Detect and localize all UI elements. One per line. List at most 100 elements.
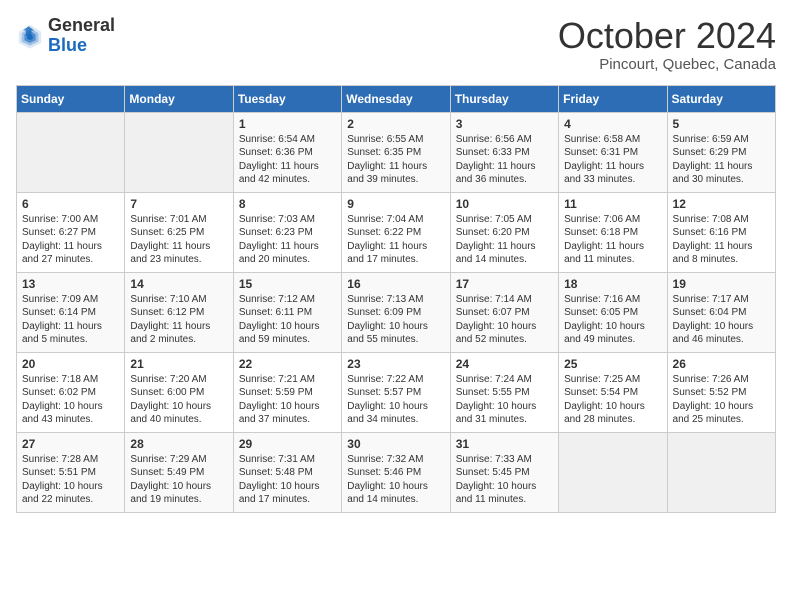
day-number: 2	[347, 117, 444, 131]
day-info: Sunrise: 7:18 AMSunset: 6:02 PMDaylight:…	[22, 373, 119, 427]
day-number: 26	[673, 357, 770, 371]
day-info: Sunrise: 7:14 AMSunset: 6:07 PMDaylight:…	[456, 293, 553, 347]
day-number: 17	[456, 277, 553, 291]
calendar-cell: 2 Sunrise: 6:55 AMSunset: 6:35 PMDaylight…	[342, 112, 450, 192]
location: Pincourt, Quebec, Canada	[558, 56, 776, 73]
day-info: Sunrise: 7:29 AMSunset: 5:49 PMDaylight:…	[130, 453, 227, 507]
day-number: 7	[130, 197, 227, 211]
day-info: Sunrise: 7:20 AMSunset: 6:00 PMDaylight:…	[130, 373, 227, 427]
day-number: 19	[673, 277, 770, 291]
day-info: Sunrise: 7:03 AMSunset: 6:23 PMDaylight:…	[239, 213, 336, 267]
calendar-cell: 17 Sunrise: 7:14 AMSunset: 6:07 PMDayligh…	[450, 272, 558, 352]
calendar-cell: 26 Sunrise: 7:26 AMSunset: 5:52 PMDayligh…	[667, 352, 775, 432]
day-info: Sunrise: 7:24 AMSunset: 5:55 PMDaylight:…	[456, 373, 553, 427]
calendar-cell: 4Sunrise: 6:58 AMSunset: 6:31 PMDaylight…	[559, 112, 667, 192]
calendar-cell: 19 Sunrise: 7:17 AMSunset: 6:04 PMDayligh…	[667, 272, 775, 352]
title-area: October 2024 Pincourt, Quebec, Canada	[558, 16, 776, 73]
calendar-cell: 6 Sunrise: 7:00 AMSunset: 6:27 PMDaylight…	[17, 192, 125, 272]
calendar-cell: 9Sunrise: 7:04 AMSunset: 6:22 PMDaylight…	[342, 192, 450, 272]
day-number: 24	[456, 357, 553, 371]
calendar-week-4: 20 Sunrise: 7:18 AMSunset: 6:02 PMDayligh…	[17, 352, 776, 432]
calendar-week-1: 1Sunrise: 6:54 AMSunset: 6:36 PMDaylight…	[17, 112, 776, 192]
weekday-header-saturday: Saturday	[667, 85, 775, 112]
calendar-cell: 16 Sunrise: 7:13 AMSunset: 6:09 PMDayligh…	[342, 272, 450, 352]
calendar-cell: 21Sunrise: 7:20 AMSunset: 6:00 PMDayligh…	[125, 352, 233, 432]
day-info: Sunrise: 7:01 AMSunset: 6:25 PMDaylight:…	[130, 213, 227, 267]
day-info: Sunrise: 7:22 AMSunset: 5:57 PMDaylight:…	[347, 373, 444, 427]
calendar-cell	[125, 112, 233, 192]
weekday-header-wednesday: Wednesday	[342, 85, 450, 112]
day-number: 13	[22, 277, 119, 291]
calendar-cell: 25 Sunrise: 7:25 AMSunset: 5:54 PMDayligh…	[559, 352, 667, 432]
calendar-cell: 24 Sunrise: 7:24 AMSunset: 5:55 PMDayligh…	[450, 352, 558, 432]
weekday-header-thursday: Thursday	[450, 85, 558, 112]
weekday-header-sunday: Sunday	[17, 85, 125, 112]
day-info: Sunrise: 6:59 AMSunset: 6:29 PMDaylight:…	[673, 133, 770, 187]
calendar-cell: 30Sunrise: 7:32 AMSunset: 5:46 PMDayligh…	[342, 432, 450, 512]
day-info: Sunrise: 7:10 AMSunset: 6:12 PMDaylight:…	[130, 293, 227, 347]
calendar-body: 1Sunrise: 6:54 AMSunset: 6:36 PMDaylight…	[17, 112, 776, 512]
day-info: Sunrise: 7:31 AMSunset: 5:48 PMDaylight:…	[239, 453, 336, 507]
calendar-cell: 13 Sunrise: 7:09 AMSunset: 6:14 PMDayligh…	[17, 272, 125, 352]
calendar-cell	[667, 432, 775, 512]
day-number: 18	[564, 277, 661, 291]
calendar-cell: 10Sunrise: 7:05 AMSunset: 6:20 PMDayligh…	[450, 192, 558, 272]
weekday-header-friday: Friday	[559, 85, 667, 112]
calendar-week-2: 6 Sunrise: 7:00 AMSunset: 6:27 PMDaylight…	[17, 192, 776, 272]
day-number: 14	[130, 277, 227, 291]
day-info: Sunrise: 7:06 AMSunset: 6:18 PMDaylight:…	[564, 213, 661, 267]
calendar-cell: 18 Sunrise: 7:16 AMSunset: 6:05 PMDayligh…	[559, 272, 667, 352]
day-info: Sunrise: 6:55 AMSunset: 6:35 PMDaylight:…	[347, 133, 444, 187]
calendar-cell: 31 Sunrise: 7:33 AMSunset: 5:45 PMDayligh…	[450, 432, 558, 512]
calendar-cell: 20 Sunrise: 7:18 AMSunset: 6:02 PMDayligh…	[17, 352, 125, 432]
day-number: 12	[673, 197, 770, 211]
calendar-cell: 3Sunrise: 6:56 AMSunset: 6:33 PMDaylight…	[450, 112, 558, 192]
logo-icon	[16, 22, 44, 50]
day-info: Sunrise: 7:13 AMSunset: 6:09 PMDaylight:…	[347, 293, 444, 347]
day-number: 27	[22, 437, 119, 451]
day-info: Sunrise: 7:05 AMSunset: 6:20 PMDaylight:…	[456, 213, 553, 267]
day-info: Sunrise: 7:09 AMSunset: 6:14 PMDaylight:…	[22, 293, 119, 347]
calendar-week-3: 13 Sunrise: 7:09 AMSunset: 6:14 PMDayligh…	[17, 272, 776, 352]
day-info: Sunrise: 7:28 AMSunset: 5:51 PMDaylight:…	[22, 453, 119, 507]
day-info: Sunrise: 7:17 AMSunset: 6:04 PMDaylight:…	[673, 293, 770, 347]
day-info: Sunrise: 7:08 AMSunset: 6:16 PMDaylight:…	[673, 213, 770, 267]
calendar-cell	[559, 432, 667, 512]
day-number: 11	[564, 197, 661, 211]
logo-text: General Blue	[48, 16, 115, 56]
calendar-cell: 28 Sunrise: 7:29 AMSunset: 5:49 PMDayligh…	[125, 432, 233, 512]
day-info: Sunrise: 6:56 AMSunset: 6:33 PMDaylight:…	[456, 133, 553, 187]
calendar-cell: 5 Sunrise: 6:59 AMSunset: 6:29 PMDaylight…	[667, 112, 775, 192]
calendar-cell: 14 Sunrise: 7:10 AMSunset: 6:12 PMDayligh…	[125, 272, 233, 352]
day-info: Sunrise: 7:26 AMSunset: 5:52 PMDaylight:…	[673, 373, 770, 427]
day-number: 22	[239, 357, 336, 371]
day-number: 15	[239, 277, 336, 291]
day-info: Sunrise: 7:25 AMSunset: 5:54 PMDaylight:…	[564, 373, 661, 427]
calendar-cell: 22 Sunrise: 7:21 AMSunset: 5:59 PMDayligh…	[233, 352, 341, 432]
day-number: 31	[456, 437, 553, 451]
month-title: October 2024	[558, 16, 776, 56]
weekday-header-tuesday: Tuesday	[233, 85, 341, 112]
day-number: 5	[673, 117, 770, 131]
day-number: 16	[347, 277, 444, 291]
calendar-cell: 15Sunrise: 7:12 AMSunset: 6:11 PMDayligh…	[233, 272, 341, 352]
calendar-cell: 12 Sunrise: 7:08 AMSunset: 6:16 PMDayligh…	[667, 192, 775, 272]
weekday-header-row: SundayMondayTuesdayWednesdayThursdayFrid…	[17, 85, 776, 112]
day-number: 20	[22, 357, 119, 371]
page-header: General Blue October 2024 Pincourt, Queb…	[16, 16, 776, 73]
day-info: Sunrise: 7:33 AMSunset: 5:45 PMDaylight:…	[456, 453, 553, 507]
day-info: Sunrise: 7:04 AMSunset: 6:22 PMDaylight:…	[347, 213, 444, 267]
calendar-header: SundayMondayTuesdayWednesdayThursdayFrid…	[17, 85, 776, 112]
day-number: 28	[130, 437, 227, 451]
day-number: 25	[564, 357, 661, 371]
day-info: Sunrise: 7:21 AMSunset: 5:59 PMDaylight:…	[239, 373, 336, 427]
day-number: 6	[22, 197, 119, 211]
calendar-cell: 27 Sunrise: 7:28 AMSunset: 5:51 PMDayligh…	[17, 432, 125, 512]
logo: General Blue	[16, 16, 115, 56]
calendar-cell: 1Sunrise: 6:54 AMSunset: 6:36 PMDaylight…	[233, 112, 341, 192]
day-info: Sunrise: 7:00 AMSunset: 6:27 PMDaylight:…	[22, 213, 119, 267]
day-number: 23	[347, 357, 444, 371]
calendar-cell: 7 Sunrise: 7:01 AMSunset: 6:25 PMDaylight…	[125, 192, 233, 272]
weekday-header-monday: Monday	[125, 85, 233, 112]
day-info: Sunrise: 7:16 AMSunset: 6:05 PMDaylight:…	[564, 293, 661, 347]
